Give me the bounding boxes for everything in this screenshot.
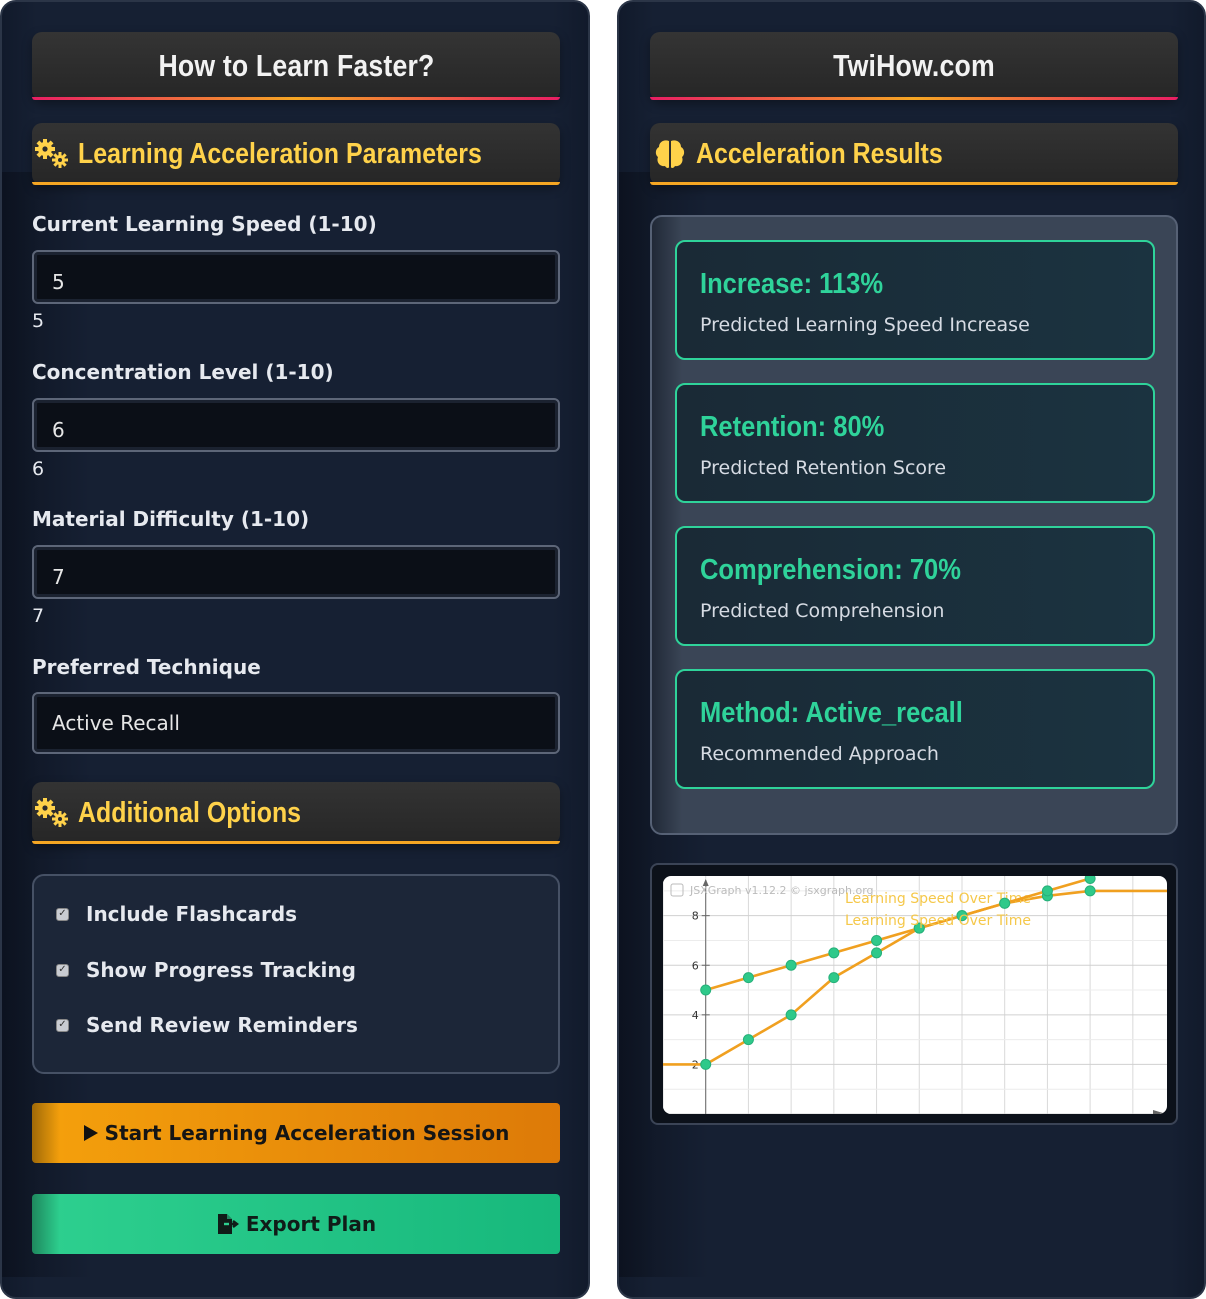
data-point	[999, 897, 1011, 909]
result-subtitle: Predicted Retention Score	[700, 457, 947, 479]
data-point	[1084, 885, 1096, 897]
technique-label: Preferred Technique	[32, 655, 261, 679]
gears-icon	[32, 793, 72, 833]
result-subtitle: Recommended Approach	[700, 743, 939, 765]
learning-speed-input[interactable]: 5	[32, 250, 560, 304]
result-subtitle: Predicted Comprehension	[700, 600, 945, 622]
option-flashcards[interactable]: ✓ Include Flashcards	[56, 902, 297, 926]
site-title: TwiHow.com	[833, 48, 995, 83]
data-point	[871, 947, 883, 959]
result-card-increase: Increase: 113% Predicted Learning Speed …	[675, 240, 1155, 360]
result-title: Method: Active_recall	[700, 697, 963, 729]
play-icon	[83, 1124, 99, 1142]
technique-select[interactable]: Active Recall	[32, 692, 560, 754]
export-plan-button[interactable]: Export Plan	[32, 1194, 560, 1254]
options-heading: Additional Options	[78, 796, 302, 829]
option-label: Send Review Reminders	[86, 1013, 358, 1037]
learning-speed-label: Current Learning Speed (1-10)	[32, 212, 377, 236]
export-plan-label: Export Plan	[245, 1212, 377, 1236]
learning-speed-value: 5	[32, 310, 45, 332]
checkbox-checked-icon[interactable]: ✓	[56, 1018, 69, 1032]
y-tick-label: 4	[692, 1009, 699, 1022]
parameters-panel: How to Learn Faster? Learning Accelerati…	[0, 0, 590, 1299]
chart-container: 2 4 6 8 JSXGraph v1.12.2 © jsxgraph.org Learn…	[650, 863, 1178, 1125]
y-tick-label: 6	[692, 959, 699, 972]
difficulty-input[interactable]: 7	[32, 545, 560, 599]
checkbox-checked-icon[interactable]: ✓	[56, 907, 69, 921]
result-card-method: Method: Active_recall Recommended Approa…	[675, 669, 1155, 789]
results-section-header: Acceleration Results	[650, 123, 1178, 185]
params-section-header: Learning Acceleration Parameters	[32, 123, 560, 185]
y-tick-label: 8	[692, 910, 699, 923]
data-point	[828, 947, 840, 959]
data-point	[871, 934, 883, 946]
file-export-icon	[216, 1213, 240, 1235]
data-point	[742, 1034, 754, 1046]
difficulty-value: 7	[32, 605, 45, 627]
concentration-input[interactable]: 6	[32, 398, 560, 452]
series-label: Learning Speed Over Time	[845, 913, 1031, 929]
data-point	[785, 959, 797, 971]
left-title-bar: How to Learn Faster?	[32, 32, 560, 100]
results-container: Increase: 113% Predicted Learning Speed …	[650, 215, 1178, 835]
result-title: Comprehension: 70%	[700, 554, 961, 586]
result-title: Increase: 113%	[700, 268, 884, 300]
chart-svg: 2468JSXGraph v1.12.2 © jsxgraph.orgLearn…	[663, 876, 1167, 1114]
data-point	[700, 1058, 712, 1070]
option-progress-tracking[interactable]: ✓ Show Progress Tracking	[56, 958, 356, 982]
brain-icon	[650, 134, 690, 174]
data-point	[742, 972, 754, 984]
page-title: How to Learn Faster?	[157, 48, 435, 83]
result-title: Retention: 80%	[700, 411, 885, 443]
x-axis-arrow	[1153, 1110, 1163, 1114]
start-session-label: Start Learning Acceleration Session	[104, 1121, 510, 1145]
concentration-label: Concentration Level (1-10)	[32, 360, 334, 384]
jsxgraph-logo-icon	[670, 883, 684, 897]
checkbox-checked-icon[interactable]: ✓	[56, 963, 69, 977]
concentration-value: 6	[32, 458, 45, 480]
data-point	[700, 984, 712, 996]
params-heading: Learning Acceleration Parameters	[78, 137, 482, 170]
options-section-header: Additional Options	[32, 782, 560, 844]
right-title-bar: TwiHow.com	[650, 32, 1178, 100]
learning-speed-chart[interactable]: 2 4 6 8 JSXGraph v1.12.2 © jsxgraph.org Learn…	[663, 876, 1167, 1114]
data-point	[1084, 876, 1096, 884]
results-panel: TwiHow.com Acceleration Results Increase…	[617, 0, 1206, 1299]
difficulty-label: Material Difficulty (1-10)	[32, 507, 310, 531]
options-group: ✓ Include Flashcards ✓ Show Progress Tra…	[32, 874, 560, 1074]
gears-icon	[32, 134, 72, 174]
option-label: Show Progress Tracking	[86, 958, 356, 982]
option-label: Include Flashcards	[86, 902, 298, 926]
start-session-button[interactable]: Start Learning Acceleration Session	[32, 1103, 560, 1163]
data-point	[828, 972, 840, 984]
result-card-retention: Retention: 80% Predicted Retention Score	[675, 383, 1155, 503]
results-heading: Acceleration Results	[696, 137, 943, 170]
result-card-comprehension: Comprehension: 70% Predicted Comprehensi…	[675, 526, 1155, 646]
data-point	[785, 1009, 797, 1021]
option-review-reminders[interactable]: ✓ Send Review Reminders	[56, 1013, 358, 1037]
data-point	[1041, 885, 1053, 897]
result-subtitle: Predicted Learning Speed Increase	[700, 314, 1030, 336]
